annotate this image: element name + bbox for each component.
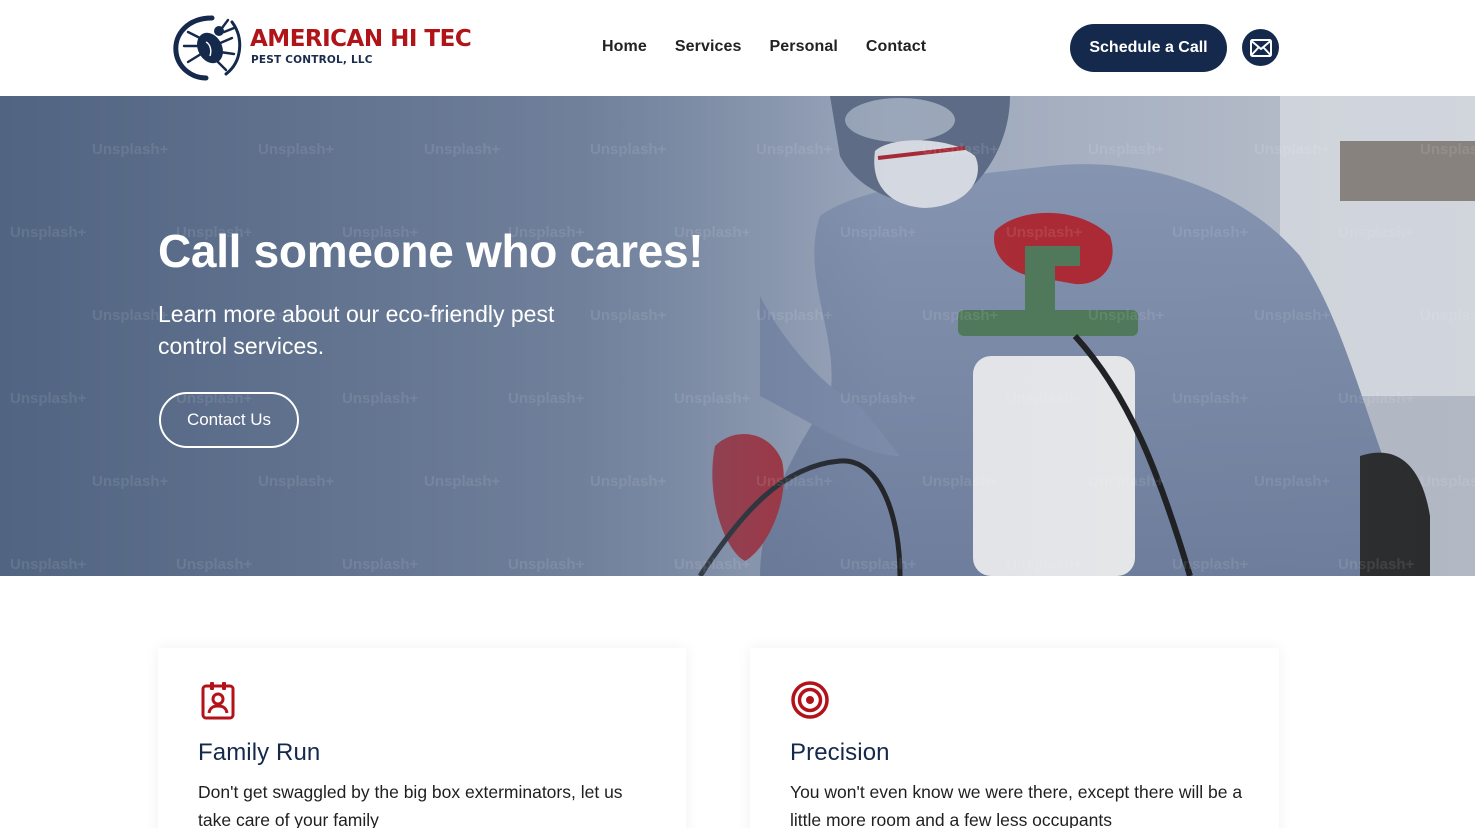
hero-title: Call someone who cares!	[158, 225, 704, 277]
nav-contact[interactable]: Contact	[866, 36, 926, 58]
nav-services[interactable]: Services	[675, 36, 742, 58]
site-logo[interactable]: AMERICAN HI TEC PEST CONTROL, LLC	[172, 14, 472, 82]
feature-card-precision: Precision You won't even know we were th…	[750, 648, 1279, 828]
feature-text: Don't get swaggled by the big box exterm…	[198, 782, 623, 828]
schedule-call-button[interactable]: Schedule a Call	[1070, 24, 1227, 72]
feature-card-family-run: Family Run Don't get swaggled by the big…	[158, 648, 686, 828]
feature-title: Precision	[790, 739, 890, 766]
logo-title: AMERICAN HI TEC	[250, 26, 472, 52]
main-nav: Home Services Personal Contact	[602, 36, 926, 58]
envelope-icon	[1249, 38, 1272, 57]
tick-bug-logo-icon	[173, 15, 242, 81]
logo-subtitle: PEST CONTROL, LLC	[251, 54, 373, 66]
nav-home[interactable]: Home	[602, 36, 647, 58]
contact-us-button[interactable]: Contact Us	[159, 392, 299, 448]
email-button[interactable]	[1242, 29, 1279, 66]
feature-text: You won't even know we were there, excep…	[790, 782, 1243, 828]
target-icon	[791, 681, 829, 719]
id-badge-icon	[201, 682, 235, 720]
hero-section: Unsplash+Unsplash+Unsplash+Unsplash+Unsp…	[0, 96, 1475, 576]
feature-title: Family Run	[198, 739, 321, 766]
nav-personal[interactable]: Personal	[770, 36, 838, 58]
site-header: AMERICAN HI TEC PEST CONTROL, LLC Home S…	[0, 0, 1475, 96]
hero-subtitle: Learn more about our eco-friendly pest c…	[158, 301, 555, 359]
